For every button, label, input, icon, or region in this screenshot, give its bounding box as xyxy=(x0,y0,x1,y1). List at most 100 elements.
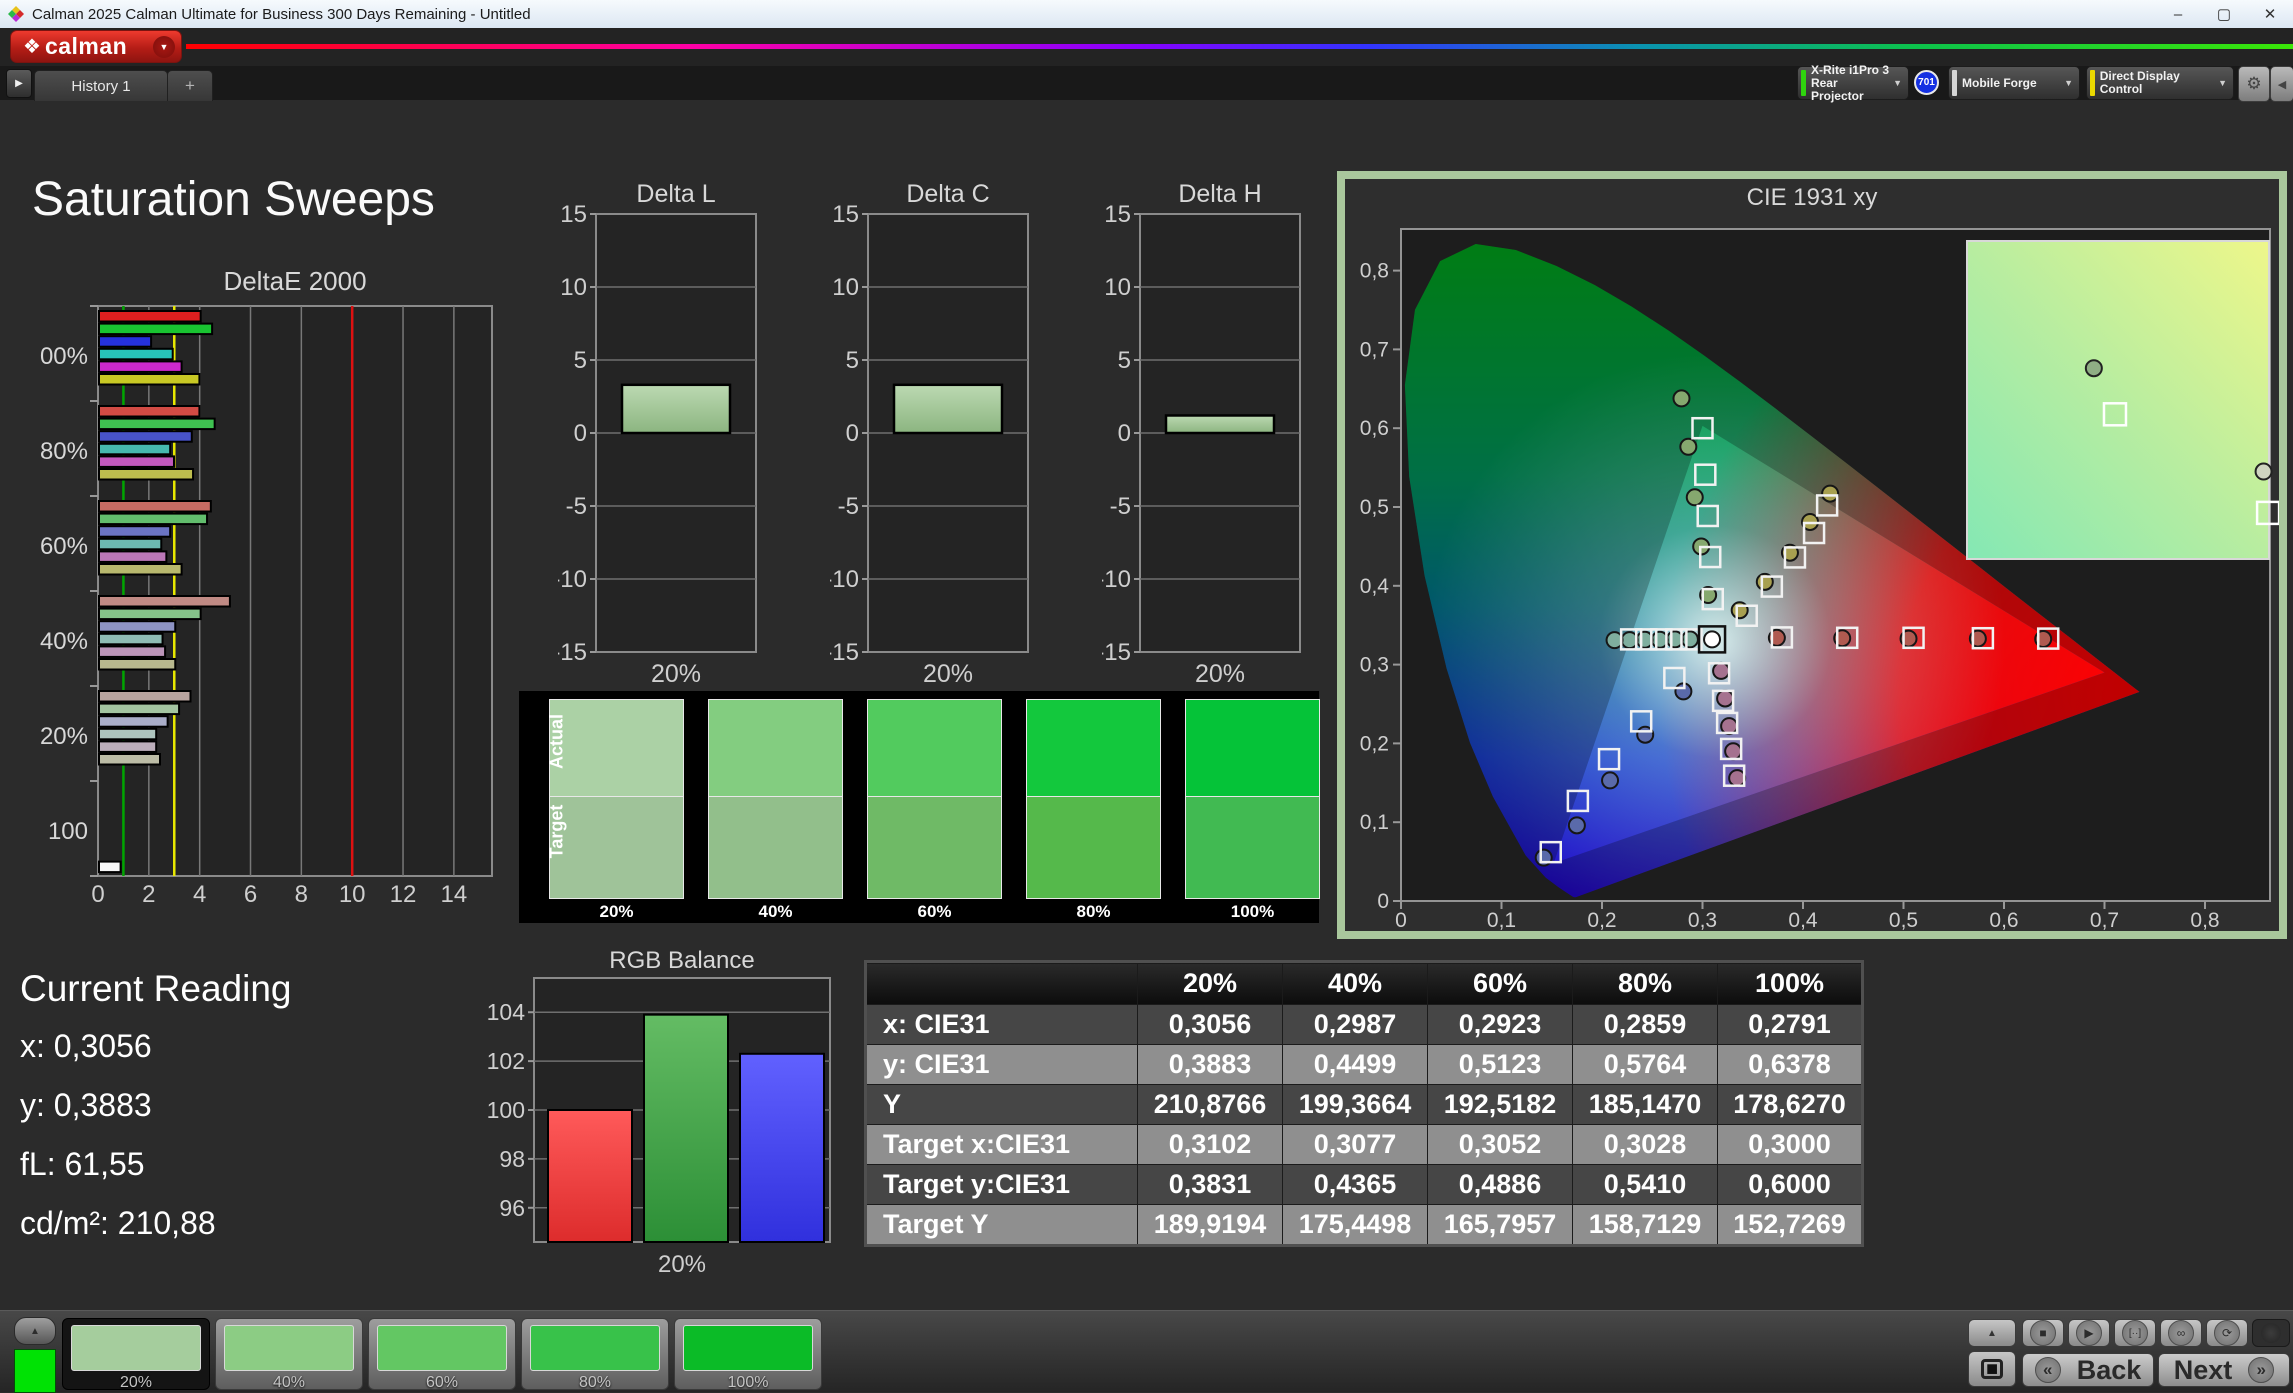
table-cell: 192,5182 xyxy=(1427,1084,1573,1125)
point-magenta-measured xyxy=(1716,689,1735,708)
gear-icon[interactable]: ⚙ xyxy=(2238,66,2270,102)
stop-icon: ■ xyxy=(1980,1359,2004,1379)
x-category-label: 20% xyxy=(651,660,701,687)
series-icon: [··] xyxy=(2122,1320,2148,1346)
x-tick-label: 10 xyxy=(339,881,366,908)
tab-history-1[interactable]: History 1 xyxy=(34,70,168,101)
delta-c-chart: Delta C -15 -10 -5 0 5 10 15 20% xyxy=(824,180,1035,692)
swatch-column-100%: 100% xyxy=(1185,699,1320,922)
bar xyxy=(98,512,209,526)
swatch-label: 100% xyxy=(1230,902,1275,921)
bar xyxy=(98,860,122,874)
y-tick-label: 0,1 xyxy=(1360,811,1389,834)
display-control-dropdown[interactable]: Direct Display Control ▼ xyxy=(2086,66,2234,100)
pattern-chip xyxy=(224,1325,354,1371)
y-tick-label: 10 xyxy=(1104,274,1131,301)
stop-button[interactable]: ■ xyxy=(2022,1319,2064,1347)
x-tick-label: 0,5 xyxy=(1889,909,1918,931)
collapse-panel-icon[interactable]: ◀ xyxy=(2270,66,2293,102)
y-tick-label: -15 xyxy=(830,639,859,666)
bar xyxy=(98,417,216,431)
y-tick-label: 98 xyxy=(499,1146,525,1172)
collapse-up-icon[interactable]: ▲ xyxy=(14,1317,56,1345)
table-cell: 165,7957 xyxy=(1427,1204,1573,1246)
loop-button[interactable]: ⟳ xyxy=(2206,1319,2248,1347)
row-label: Target x:CIE31 xyxy=(865,1124,1138,1165)
pattern-button-100%[interactable]: 100% xyxy=(674,1318,822,1391)
actual-swatch xyxy=(1026,699,1161,796)
bar xyxy=(98,550,168,563)
source-dropdown[interactable]: Mobile Forge ▼ xyxy=(1948,66,2080,100)
tab-scroll-button[interactable]: ▶ xyxy=(6,69,32,98)
target-swatch xyxy=(549,796,684,899)
display-accent xyxy=(2090,70,2095,96)
bar xyxy=(98,607,202,621)
chevron-down-icon: ▼ xyxy=(1893,78,1902,88)
y-tick-label: 5 xyxy=(846,347,859,374)
row-label: x: CIE31 xyxy=(865,1004,1138,1045)
y-tick-label: 5 xyxy=(574,347,587,374)
actual-swatch xyxy=(708,699,843,796)
x-tick-label: 0,4 xyxy=(1788,909,1818,931)
bar xyxy=(98,740,158,753)
pattern-chip xyxy=(71,1325,201,1371)
y-tick-label: 100 xyxy=(487,1097,525,1123)
measure-series-button[interactable]: [··] xyxy=(2114,1319,2156,1347)
x-tick-label: 0,6 xyxy=(1989,909,2018,931)
back-chevrons-icon: « xyxy=(2034,1357,2061,1383)
back-button[interactable]: « Back xyxy=(2022,1353,2154,1387)
meter-mode-badge[interactable]: 701 xyxy=(1914,70,1939,95)
chart-title: CIE 1931 xy xyxy=(1747,184,1878,211)
table-row: Target Y 189,9194 175,4498 165,7957 158,7129… xyxy=(865,1204,1863,1246)
table-cell: 0,3000 xyxy=(1717,1124,1863,1165)
stop-measure-button[interactable]: ■ xyxy=(1968,1351,2016,1387)
bar xyxy=(98,690,192,703)
table-header xyxy=(865,961,1138,1005)
actual-swatch xyxy=(867,699,1002,796)
x-tick-label: 0,1 xyxy=(1487,909,1516,931)
table-cell: 0,3102 xyxy=(1137,1124,1283,1165)
infinity-icon: ∞ xyxy=(2168,1320,2194,1346)
continuous-measure-button[interactable]: ∞ xyxy=(2160,1319,2202,1347)
bar xyxy=(98,322,214,336)
swatch-column-60%: 60% xyxy=(867,699,1002,922)
maximize-icon[interactable]: ▢ xyxy=(2201,0,2247,28)
pattern-button-20%[interactable]: 20% xyxy=(62,1318,210,1391)
y-tick-label: 102 xyxy=(487,1048,525,1074)
y-tick-label: -10 xyxy=(830,566,859,593)
pattern-color-swatch[interactable] xyxy=(14,1349,56,1393)
table-cell: 0,2791 xyxy=(1717,1004,1863,1045)
chart-title: Delta H xyxy=(1178,182,1261,208)
pattern-button-60%[interactable]: 60% xyxy=(368,1318,516,1391)
y-tick-label: 0,3 xyxy=(1360,654,1389,677)
play-button[interactable]: ▶ xyxy=(2068,1319,2110,1347)
x-tick-label: 4 xyxy=(193,881,206,908)
actual-swatch xyxy=(1185,699,1320,796)
table-cell: 0,6378 xyxy=(1717,1044,1863,1085)
table-cell: 0,2923 xyxy=(1427,1004,1573,1045)
meter-dropdown[interactable]: X-Rite i1Pro 3 Rear Projector ▼ xyxy=(1797,63,1909,102)
minimize-icon[interactable]: – xyxy=(2155,0,2201,28)
row-label: y: CIE31 xyxy=(865,1044,1138,1085)
calman-menu-button[interactable]: ❖ calman ▼ xyxy=(10,30,182,63)
x-category-label: 20% xyxy=(1195,660,1245,687)
record-icon xyxy=(2261,1323,2281,1343)
table-cell: 0,3028 xyxy=(1572,1124,1718,1165)
window-titlebar: Calman 2025 Calman Ultimate for Business… xyxy=(0,0,2293,28)
y-tick-label: 0,2 xyxy=(1360,732,1389,755)
table-row: y: CIE31 0,3883 0,4499 0,5123 0,5764 0,6378 xyxy=(865,1044,1863,1085)
add-tab-button[interactable]: + xyxy=(167,70,213,101)
pattern-button-40%[interactable]: 40% xyxy=(215,1318,363,1391)
table-row: x: CIE31 0,3056 0,2987 0,2923 0,2859 0,2791 xyxy=(865,1004,1863,1045)
swatch-column-40%: 40% xyxy=(708,699,843,922)
table-header: 40% xyxy=(1282,961,1428,1005)
next-button[interactable]: Next » xyxy=(2158,1353,2290,1387)
close-icon[interactable]: ✕ xyxy=(2247,0,2293,28)
window-title: Calman 2025 Calman Ultimate for Business… xyxy=(32,5,531,23)
pattern-button-80%[interactable]: 80% xyxy=(521,1318,669,1391)
y-tick-label: 0,6 xyxy=(1360,417,1389,440)
x-tick-label: 0,7 xyxy=(2090,909,2119,931)
group-label: 100 xyxy=(48,818,88,845)
chevron-down-icon[interactable]: ▼ xyxy=(153,35,175,58)
expand-controls-button[interactable]: ▲ xyxy=(1968,1319,2016,1347)
